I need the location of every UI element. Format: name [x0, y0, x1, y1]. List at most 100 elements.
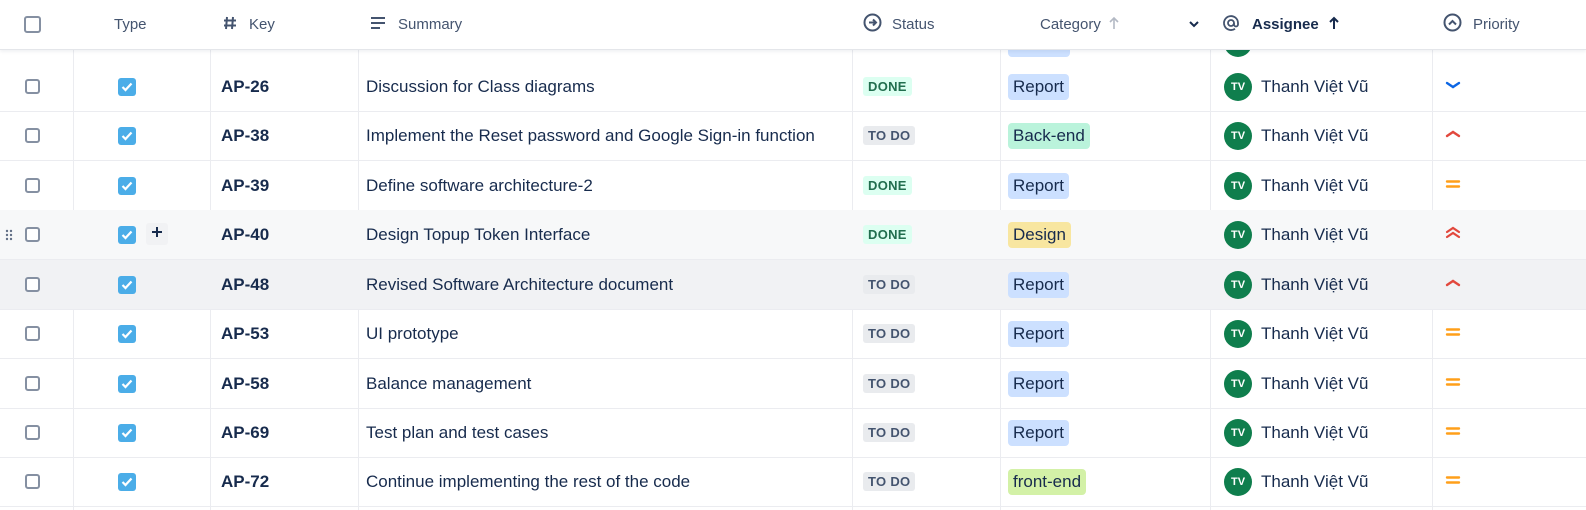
issue-assignee-cell[interactable]: TV Thanh Việt Vũ — [1224, 260, 1368, 309]
issue-summary[interactable]: Discussion for Class diagrams — [366, 77, 595, 97]
category-lozenge[interactable]: Back-end — [1008, 122, 1090, 149]
issue-assignee-cell[interactable]: TV Thanh Việt Vũ — [1224, 111, 1368, 160]
row-select-checkbox[interactable] — [25, 277, 40, 292]
category-lozenge[interactable]: Report — [1008, 320, 1070, 347]
table-row[interactable]: AP-58 Balance management TO DO Report TV Than… — [0, 359, 1586, 409]
issue-assignee-cell[interactable]: TV Thanh Việt Vũ — [1224, 62, 1368, 111]
row-select-checkbox[interactable] — [25, 425, 40, 440]
category-lozenge[interactable]: front-end — [1008, 468, 1087, 495]
status-badge[interactable]: TO DO — [863, 324, 916, 343]
table-row[interactable]: AP-38 Implement the Reset password and Go… — [0, 111, 1586, 161]
row-select-checkbox[interactable] — [25, 227, 40, 242]
issue-summary-cell[interactable]: Revised Software Architecture document — [366, 260, 673, 309]
issue-assignee-cell[interactable]: TV Thanh Việt Vũ — [1224, 210, 1368, 259]
row-select-checkbox[interactable] — [25, 178, 40, 193]
issue-key-cell[interactable]: AP-58 — [221, 359, 269, 408]
issue-status-cell[interactable]: TO DO — [863, 457, 916, 506]
issue-key[interactable]: AP-39 — [221, 176, 269, 196]
row-select-checkbox[interactable] — [25, 79, 40, 94]
select-all-checkbox[interactable] — [24, 16, 41, 33]
status-badge[interactable]: TO DO — [863, 275, 916, 294]
issue-assignee-cell[interactable]: TV Thanh Việt Vũ — [1224, 161, 1368, 210]
issue-category-cell[interactable]: Design — [1008, 210, 1071, 259]
issue-summary[interactable]: Implement the Reset password and Google … — [366, 126, 815, 146]
issue-key[interactable]: AP-48 — [221, 275, 269, 295]
table-row[interactable]: AP-72 Continue implementing the rest of t… — [0, 457, 1586, 507]
category-lozenge[interactable]: Report — [1008, 370, 1070, 397]
issue-status-cell[interactable]: DONE — [863, 62, 912, 111]
issue-status-cell[interactable]: TO DO — [863, 359, 916, 408]
category-column-menu-button[interactable] — [1188, 0, 1200, 49]
issue-summary-cell[interactable]: Test plan and test cases — [366, 408, 548, 457]
issue-summary[interactable]: Define software architecture-2 — [366, 176, 593, 196]
issue-assignee-cell[interactable]: TV Thanh Việt Vũ — [1224, 408, 1368, 457]
issue-key[interactable]: AP-58 — [221, 374, 269, 394]
issue-assignee-cell[interactable]: TV Thanh Việt Vũ — [1224, 359, 1368, 408]
issue-priority-cell[interactable] — [1445, 457, 1461, 506]
issue-status-cell[interactable]: DONE — [863, 210, 912, 259]
issue-status-cell[interactable]: TO DO — [863, 309, 916, 358]
issue-status-cell[interactable]: TO DO — [863, 260, 916, 309]
issue-priority-cell[interactable] — [1445, 260, 1461, 309]
issue-summary[interactable]: Test plan and test cases — [366, 423, 548, 443]
issue-key[interactable]: AP-53 — [221, 324, 269, 344]
drag-handle-icon[interactable] — [4, 227, 14, 243]
table-row[interactable]: AP-26 Discussion for Class diagrams DONE Re… — [0, 62, 1586, 112]
issue-summary[interactable]: UI prototype — [366, 324, 459, 344]
issue-key-cell[interactable]: AP-72 — [221, 457, 269, 506]
issue-priority-cell[interactable] — [1445, 161, 1461, 210]
status-badge[interactable]: TO DO — [863, 472, 916, 491]
status-badge[interactable]: DONE — [863, 176, 912, 195]
issue-priority-cell[interactable] — [1445, 62, 1461, 111]
status-badge[interactable]: TO DO — [863, 126, 916, 145]
category-lozenge[interactable]: Report — [1008, 419, 1070, 446]
issue-summary-cell[interactable]: UI prototype — [366, 309, 459, 358]
issue-key[interactable]: AP-69 — [221, 423, 269, 443]
status-badge[interactable]: DONE — [863, 225, 912, 244]
issue-key[interactable]: AP-40 — [221, 225, 269, 245]
issue-key-cell[interactable]: AP-53 — [221, 309, 269, 358]
row-select-checkbox[interactable] — [25, 326, 40, 341]
column-header-key[interactable]: Key — [222, 0, 275, 49]
issue-category-cell[interactable]: Report — [1008, 309, 1070, 358]
issue-status-cell[interactable]: DONE — [863, 161, 912, 210]
issue-category-cell[interactable]: Report — [1008, 161, 1070, 210]
column-header-summary[interactable]: Summary — [370, 0, 462, 49]
issue-summary[interactable]: Design Topup Token Interface — [366, 225, 590, 245]
category-lozenge[interactable]: Report — [1008, 271, 1070, 298]
issue-key-cell[interactable]: AP-48 — [221, 260, 269, 309]
issue-priority-cell[interactable] — [1445, 111, 1461, 160]
issue-summary[interactable]: Revised Software Architecture document — [366, 275, 673, 295]
row-select-checkbox[interactable] — [25, 376, 40, 391]
issue-priority-cell[interactable] — [1445, 408, 1461, 457]
column-header-assignee[interactable]: Assignee — [1222, 0, 1340, 49]
issue-key-cell[interactable]: AP-38 — [221, 111, 269, 160]
issue-summary[interactable]: Balance management — [366, 374, 531, 394]
category-lozenge[interactable]: Report — [1008, 73, 1070, 100]
table-row[interactable]: AP-40 Design Topup Token Interface DONE Des… — [0, 210, 1586, 260]
issue-assignee-cell[interactable]: TV Thanh Việt Vũ — [1224, 457, 1368, 506]
issue-category-cell[interactable]: Report — [1008, 62, 1070, 111]
issue-key[interactable]: AP-26 — [221, 77, 269, 97]
issue-key[interactable]: AP-38 — [221, 126, 269, 146]
column-header-status[interactable]: Status — [863, 0, 935, 49]
table-row[interactable]: AP-48 Revised Software Architecture docum… — [0, 260, 1586, 310]
status-badge[interactable]: TO DO — [863, 374, 916, 393]
issue-priority-cell[interactable] — [1445, 359, 1461, 408]
issue-category-cell[interactable]: Report — [1008, 359, 1070, 408]
issue-key[interactable]: AP-72 — [221, 472, 269, 492]
status-badge[interactable]: DONE — [863, 77, 912, 96]
issue-status-cell[interactable]: TO DO — [863, 408, 916, 457]
issue-summary[interactable]: Continue implementing the rest of the co… — [366, 472, 690, 492]
column-header-category[interactable]: Category — [1040, 0, 1120, 49]
issue-summary-cell[interactable]: Define software architecture-2 — [366, 161, 593, 210]
issue-summary-cell[interactable]: Implement the Reset password and Google … — [366, 111, 815, 160]
issue-summary-cell[interactable]: Discussion for Class diagrams — [366, 62, 595, 111]
category-lozenge[interactable]: Design — [1008, 221, 1071, 248]
issue-category-cell[interactable]: Report — [1008, 260, 1070, 309]
category-lozenge[interactable]: Report — [1008, 172, 1070, 199]
issue-priority-cell[interactable] — [1445, 210, 1461, 259]
issue-summary-cell[interactable]: Continue implementing the rest of the co… — [366, 457, 690, 506]
issue-key-cell[interactable]: AP-69 — [221, 408, 269, 457]
row-select-checkbox[interactable] — [25, 474, 40, 489]
